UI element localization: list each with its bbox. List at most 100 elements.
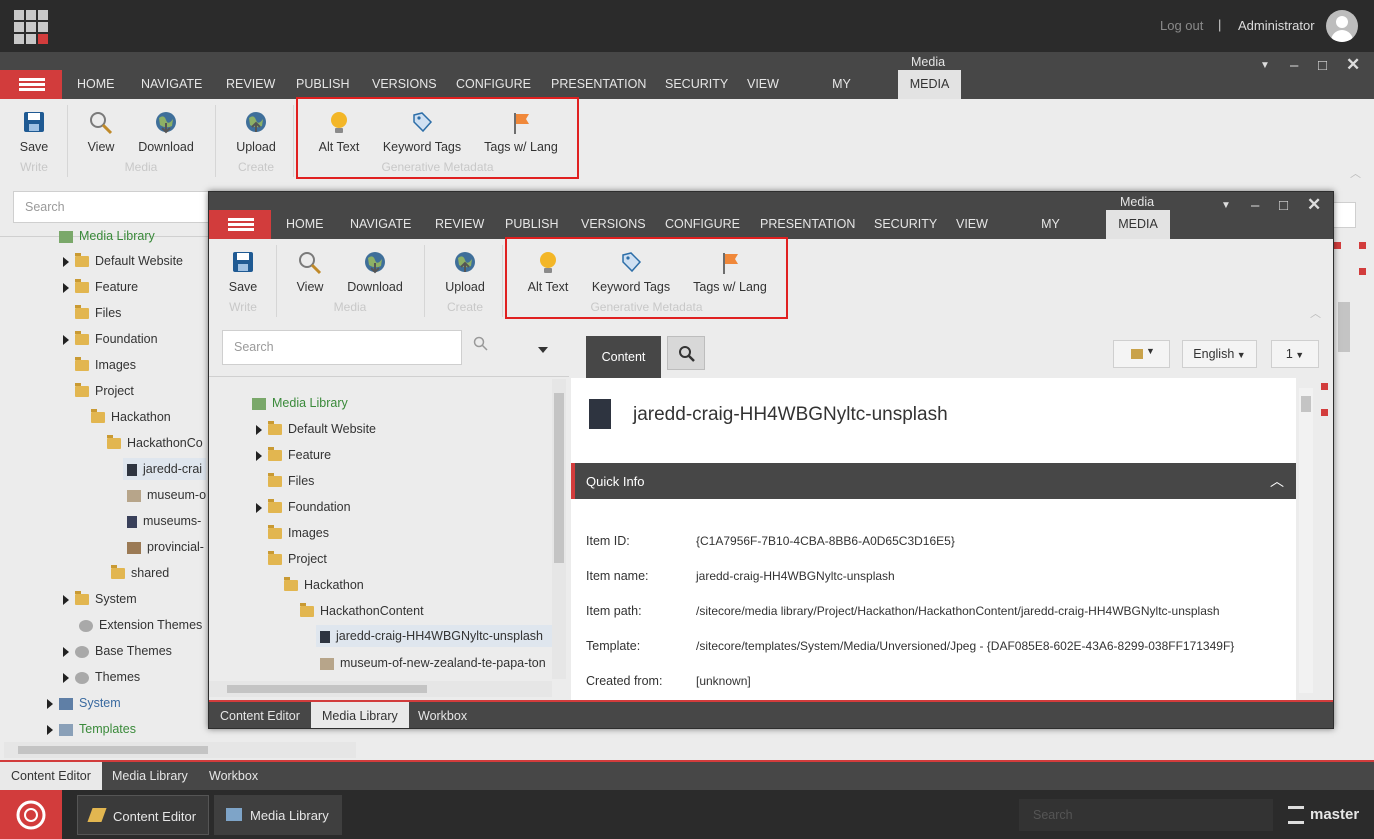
outer-tree-project[interactable]: Project [63,383,134,398]
outer-menu-button[interactable] [0,70,62,99]
version-dropdown[interactable]: 1 ▼ [1271,340,1319,368]
outer-tree-images[interactable]: Images [75,357,136,372]
inner-tree-museum[interactable]: museum-of-new-zealand-te-papa-ton [320,656,552,670]
content-vscrollbar[interactable] [1299,388,1313,693]
outer-content-scrollbar[interactable] [1338,302,1350,352]
content-search-button[interactable] [667,336,705,370]
outer-tab-my-toolbar[interactable]: MY TOOLBAR [804,70,879,120]
inner-save-button[interactable]: Save [223,251,263,294]
chevron-up-icon[interactable]: ︿ [1270,471,1284,491]
user-name[interactable]: Administrator [1238,18,1315,33]
inner-close-icon[interactable]: ✕ [1307,195,1321,215]
inner-tree-vscrollbar[interactable] [552,379,566,679]
inner-tree-jaredd[interactable]: jaredd-craig-HH4WBGNyltc-unsplash [316,625,552,647]
outer-bottom-tab-content-editor[interactable]: Content Editor [0,762,102,791]
inner-maximize-icon[interactable]: □ [1279,197,1288,214]
outer-tab-review[interactable]: REVIEW [226,70,275,99]
outer-alt-text-button[interactable]: Alt Text [316,111,362,154]
outer-tab-home[interactable]: HOME [77,70,115,99]
outer-collapse-ribbon-icon[interactable]: ︿ [1350,165,1361,181]
inner-tab-my-toolbar[interactable]: MY TOOLBAR [1013,210,1088,260]
inner-download-button[interactable]: Download [343,251,407,294]
outer-tab-publish[interactable]: PUBLISH [296,70,350,99]
inner-tab-configure[interactable]: CONFIGURE [665,210,740,239]
outer-tree-media-library[interactable]: Media Library [47,229,155,243]
inner-tab-view[interactable]: VIEW [956,210,988,239]
outer-tree-themes[interactable]: Themes [63,670,140,684]
outer-tab-navigate[interactable]: NAVIGATE [141,70,202,99]
inner-upload-button[interactable]: Upload [443,251,487,294]
inner-tree-files[interactable]: Files [268,473,314,488]
inner-dropdown-icon[interactable]: ▼ [1221,200,1231,211]
inner-tab-publish[interactable]: PUBLISH [505,210,559,239]
inner-tab-review[interactable]: REVIEW [435,210,484,239]
navigator-dropdown[interactable]: ▼ [1113,340,1170,368]
inner-tree-feature[interactable]: Feature [256,447,331,462]
outer-tab-versions[interactable]: VERSIONS [372,70,437,99]
inner-tree-project[interactable]: Project [256,551,327,566]
inner-tab-media[interactable]: MEDIA [1106,210,1170,239]
outer-tree-hackathon[interactable]: Hackathon [79,409,171,424]
inner-tab-navigate[interactable]: NAVIGATE [350,210,411,239]
inner-minimize-icon[interactable]: – [1251,197,1259,214]
inner-search-input[interactable]: Search [222,330,462,365]
outer-bottom-tab-media-library[interactable]: Media Library [101,762,199,791]
search-icon[interactable] [473,336,489,355]
avatar[interactable] [1326,10,1358,42]
inner-tab-security[interactable]: SECURITY [874,210,937,239]
outer-close-icon[interactable]: ✕ [1346,55,1360,75]
outer-tree-foundation[interactable]: Foundation [63,331,158,346]
database-name[interactable]: master [1310,806,1359,823]
outer-keyword-tags-button[interactable]: Keyword Tags [382,111,462,154]
outer-upload-button[interactable]: Upload [234,111,278,154]
inner-view-button[interactable]: View [293,251,327,294]
outer-search-input[interactable]: Search [13,191,213,223]
outer-tree-hackathoncontent[interactable]: HackathonCo [95,435,203,450]
inner-bottom-tab-content-editor[interactable]: Content Editor [209,702,311,728]
taskbar-content-editor[interactable]: Content Editor [77,795,209,835]
inner-alt-text-button[interactable]: Alt Text [525,251,571,294]
outer-maximize-icon[interactable]: □ [1318,57,1327,74]
logout-link[interactable]: Log out [1160,18,1203,33]
inner-tab-presentation[interactable]: PRESENTATION [760,210,855,239]
inner-keyword-tags-button[interactable]: Keyword Tags [591,251,671,294]
outer-tree-system[interactable]: System [63,591,137,606]
launchpad-icon[interactable] [14,10,48,44]
inner-tab-home[interactable]: HOME [286,210,324,239]
search-options-chevron-icon[interactable] [538,342,548,356]
taskbar-media-library[interactable]: Media Library [214,795,342,835]
inner-tree-foundation[interactable]: Foundation [256,499,351,514]
outer-tab-presentation[interactable]: PRESENTATION [551,70,646,99]
outer-tree-museum-o[interactable]: museum-o [127,488,206,502]
inner-tree-hackathoncontent[interactable]: HackathonContent [288,603,424,618]
outer-tree-files[interactable]: Files [75,305,121,320]
taskbar-search-input[interactable]: Search [1019,799,1273,831]
outer-tab-security[interactable]: SECURITY [665,70,728,99]
inner-bottom-tab-workbox[interactable]: Workbox [407,702,478,728]
inner-tree-hackathon[interactable]: Hackathon [272,577,364,592]
outer-tree-system-root[interactable]: System [47,696,121,710]
outer-tab-view[interactable]: VIEW [747,70,779,99]
outer-tree-templates[interactable]: Templates [47,722,136,736]
outer-tree-museums[interactable]: museums- [127,514,201,528]
outer-tree-base-themes[interactable]: Base Themes [63,644,172,658]
outer-minimize-icon[interactable]: – [1290,57,1298,74]
outer-tree-jaredd[interactable]: jaredd-crai [123,458,207,480]
inner-tree-hscrollbar[interactable] [209,681,552,697]
inner-tab-versions[interactable]: VERSIONS [581,210,646,239]
language-dropdown[interactable]: English ▼ [1182,340,1257,368]
inner-menu-button[interactable] [209,210,271,239]
outer-tree-shared[interactable]: shared [111,565,169,580]
outer-tree-extension-themes[interactable]: Extension Themes [79,618,202,632]
outer-view-button[interactable]: View [84,111,118,154]
outer-save-button[interactable]: Save [14,111,54,154]
inner-tags-lang-button[interactable]: Tags w/ Lang [691,251,769,294]
outer-tree-default-website[interactable]: Default Website [63,253,183,268]
outer-tags-lang-button[interactable]: Tags w/ Lang [482,111,560,154]
inner-tree-images[interactable]: Images [268,525,329,540]
quick-info-header[interactable]: Quick Info ︿ [571,463,1296,499]
outer-tab-media[interactable]: MEDIA [898,70,961,99]
outer-dropdown-icon[interactable]: ▼ [1260,60,1270,71]
outer-tree-feature[interactable]: Feature [63,279,138,294]
outer-tree-hscrollbar[interactable] [4,742,356,758]
